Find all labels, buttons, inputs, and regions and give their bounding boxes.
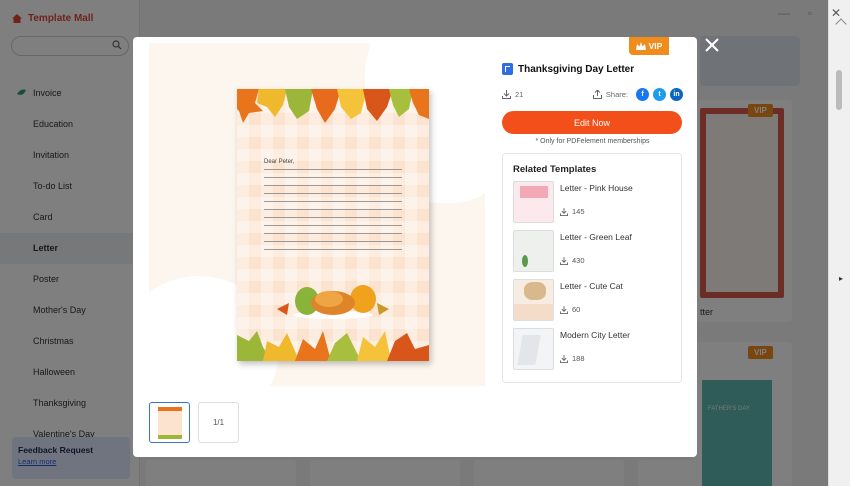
page-thumbnails: 1/1 bbox=[149, 402, 239, 443]
download-icon bbox=[502, 90, 511, 99]
related-name: Letter - Cute Cat bbox=[560, 281, 623, 291]
page-indicator: 1/1 bbox=[198, 402, 239, 443]
facebook-icon[interactable]: f bbox=[636, 88, 649, 101]
related-downloads-value: 60 bbox=[572, 305, 581, 314]
membership-note: * Only for PDFelement memberships bbox=[535, 138, 650, 145]
letter-preview: Dear Peter, bbox=[237, 89, 429, 361]
template-title-row: Thanksgiving Day Letter bbox=[502, 63, 683, 75]
related-downloads: 145 bbox=[560, 207, 633, 216]
share-label: Share: bbox=[605, 90, 628, 99]
related-downloads: 430 bbox=[560, 256, 632, 265]
letter-greeting: Dear Peter, bbox=[264, 159, 295, 165]
letter-line bbox=[264, 249, 402, 250]
share-icon bbox=[592, 90, 602, 99]
related-name: Letter - Pink House bbox=[560, 183, 633, 193]
download-icon bbox=[560, 305, 568, 314]
template-preview-modal: VIP Dear Peter, 1/1 Thanksgiving Day Let… bbox=[133, 37, 697, 457]
download-icon bbox=[560, 207, 568, 216]
letter-line bbox=[264, 209, 402, 210]
related-name: Modern City Letter bbox=[560, 330, 630, 340]
caret-right-icon[interactable]: ▸ bbox=[839, 274, 843, 283]
related-item[interactable]: Modern City Letter 188 bbox=[513, 328, 671, 377]
letter-line bbox=[264, 185, 402, 186]
related-downloads: 188 bbox=[560, 354, 630, 363]
edit-now-button[interactable]: Edit Now bbox=[502, 111, 682, 134]
related-item[interactable]: Letter - Cute Cat 60 bbox=[513, 279, 671, 328]
share-row: Share: f t in bbox=[592, 88, 683, 101]
related-name: Letter - Green Leaf bbox=[560, 232, 632, 242]
template-title: Thanksgiving Day Letter bbox=[518, 63, 635, 75]
related-downloads-value: 188 bbox=[572, 354, 585, 363]
download-icon bbox=[560, 354, 568, 363]
template-preview: Dear Peter, bbox=[149, 43, 485, 386]
download-count: 21 bbox=[502, 90, 523, 99]
crown-icon bbox=[635, 42, 646, 50]
related-thumbnail bbox=[513, 181, 554, 223]
related-thumbnail bbox=[513, 279, 554, 321]
download-icon bbox=[560, 256, 568, 265]
letter-line bbox=[264, 201, 402, 202]
autumn-leaves-top bbox=[237, 89, 429, 123]
related-templates: Related Templates Letter - Pink House 14… bbox=[502, 153, 682, 383]
letter-line bbox=[264, 225, 402, 226]
related-downloads-value: 430 bbox=[572, 256, 585, 265]
minimize-icon[interactable]: — bbox=[778, 6, 790, 20]
close-icon[interactable]: ✕ bbox=[830, 6, 842, 20]
page-thumbnail[interactable] bbox=[149, 402, 190, 443]
scrollbar[interactable]: ▸ bbox=[828, 0, 850, 486]
related-downloads: 60 bbox=[560, 305, 623, 314]
pdfelement-icon bbox=[502, 63, 513, 75]
modal-vip-badge: VIP bbox=[629, 37, 669, 55]
letter-line bbox=[264, 241, 402, 242]
related-downloads-value: 145 bbox=[572, 207, 585, 216]
autumn-leaves-bottom bbox=[237, 331, 429, 361]
letter-line bbox=[264, 177, 402, 178]
related-item[interactable]: Letter - Pink House 145 bbox=[513, 181, 671, 230]
template-info: Thanksgiving Day Letter 21 Share: f t in… bbox=[502, 63, 683, 383]
scrollbar-thumb[interactable] bbox=[836, 70, 842, 110]
page-thumbnail-image bbox=[157, 406, 182, 439]
letter-line bbox=[264, 233, 402, 234]
download-count-value: 21 bbox=[515, 90, 524, 99]
maximize-icon[interactable]: ▫ bbox=[804, 6, 816, 20]
letter-line bbox=[264, 169, 402, 170]
page-indicator-text: 1/1 bbox=[212, 418, 225, 427]
window-controls: — ▫ ✕ bbox=[778, 6, 842, 20]
letter-line bbox=[264, 193, 402, 194]
related-heading: Related Templates bbox=[513, 164, 597, 175]
vip-label: VIP bbox=[648, 41, 663, 51]
letter-line bbox=[264, 217, 402, 218]
twitter-icon[interactable]: t bbox=[653, 88, 666, 101]
related-item[interactable]: Letter - Green Leaf 430 bbox=[513, 230, 671, 279]
template-meta: 21 Share: f t in bbox=[502, 88, 683, 101]
scroll-up-icon[interactable] bbox=[835, 18, 847, 30]
related-thumbnail bbox=[513, 230, 554, 272]
related-thumbnail bbox=[513, 328, 554, 370]
linkedin-icon[interactable]: in bbox=[670, 88, 683, 101]
turkey-illustration bbox=[277, 285, 389, 319]
modal-close-icon[interactable] bbox=[704, 37, 720, 53]
